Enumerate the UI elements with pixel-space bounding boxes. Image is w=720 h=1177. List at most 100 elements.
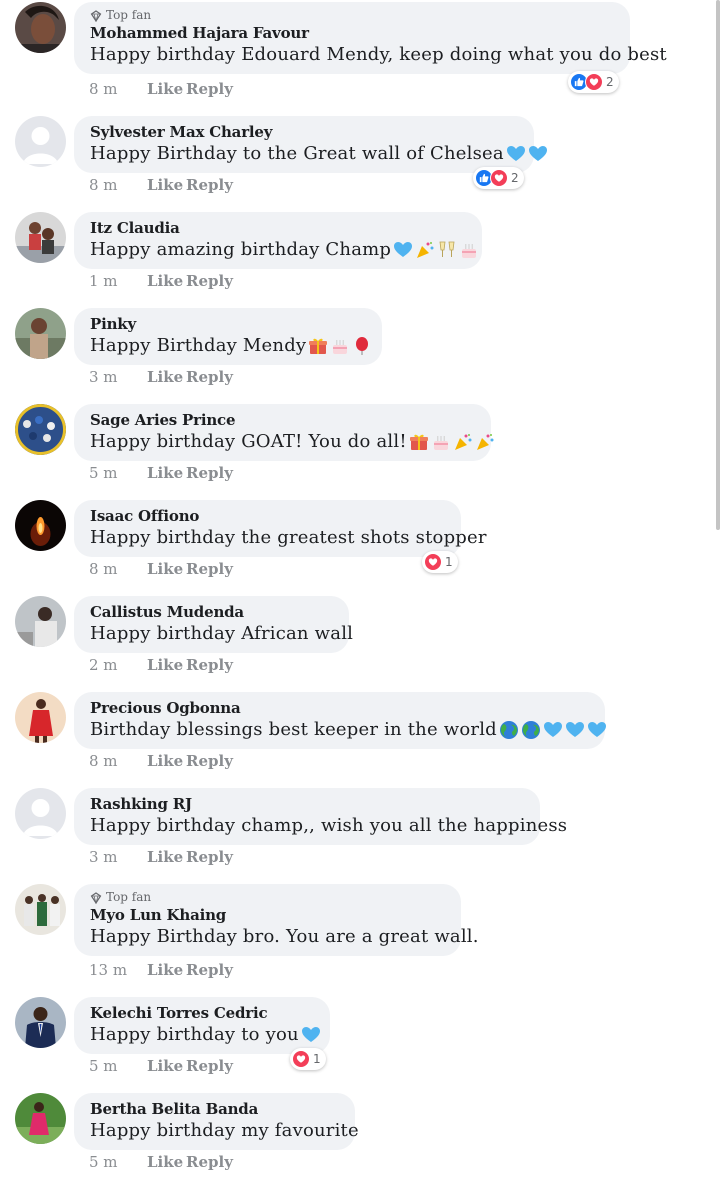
reaction-summary[interactable]: 1 bbox=[290, 1048, 326, 1070]
avatar[interactable] bbox=[15, 884, 66, 935]
avatar[interactable] bbox=[15, 788, 66, 839]
comment-text: Happy birthday GOAT! You do all! bbox=[90, 430, 494, 454]
avatar[interactable] bbox=[15, 308, 66, 359]
comment-text: Happy Birthday Mendy bbox=[90, 334, 369, 358]
reply-button[interactable]: Reply bbox=[186, 368, 233, 386]
blue-heart-icon bbox=[393, 240, 413, 260]
comment-actions: 8 m Like Reply bbox=[89, 176, 233, 194]
comment-author[interactable]: Mohammed Hajara Favour bbox=[90, 23, 614, 43]
like-button[interactable]: Like bbox=[147, 656, 186, 674]
party-popper-icon bbox=[453, 432, 473, 452]
comment-text-body: Happy birthday Edouard Mendy, keep doing… bbox=[90, 44, 667, 65]
comment-author[interactable]: Itz Claudia bbox=[90, 218, 466, 238]
comment-author[interactable]: Precious Ogbonna bbox=[90, 698, 589, 718]
reply-button[interactable]: Reply bbox=[186, 176, 233, 194]
avatar[interactable] bbox=[15, 596, 66, 647]
scrollbar[interactable] bbox=[716, 0, 720, 530]
comment-actions: 8 m Like Reply bbox=[89, 80, 233, 98]
clinking-glasses-icon bbox=[437, 240, 457, 260]
timestamp: 2 m bbox=[89, 656, 118, 674]
avatar[interactable] bbox=[15, 500, 66, 551]
avatar[interactable] bbox=[15, 1093, 66, 1144]
comment-text: Happy Birthday bro. You are a great wall… bbox=[90, 925, 478, 949]
reply-button[interactable]: Reply bbox=[186, 560, 233, 578]
reaction-summary[interactable]: 1 bbox=[422, 551, 458, 573]
avatar[interactable] bbox=[15, 116, 66, 167]
timestamp: 5 m bbox=[89, 1153, 118, 1171]
like-button[interactable]: Like bbox=[147, 272, 186, 290]
comment-author[interactable]: Kelechi Torres Cedric bbox=[90, 1003, 314, 1023]
like-button[interactable]: Like bbox=[147, 368, 186, 386]
comment-bubble[interactable]: Sylvester Max Charley Happy Birthday to t… bbox=[74, 116, 547, 173]
timestamp: 1 m bbox=[89, 272, 118, 290]
like-button[interactable]: Like bbox=[147, 464, 186, 482]
like-button[interactable]: Like bbox=[147, 1153, 186, 1171]
comment-bubble[interactable]: Itz Claudia Happy amazing birthday Champ bbox=[74, 212, 482, 269]
comment-bubble[interactable]: Kelechi Torres Cedric Happy birthday to y… bbox=[74, 997, 330, 1054]
timestamp: 13 m bbox=[89, 961, 128, 979]
comment-text-body: Happy birthday champ,, wish you all the … bbox=[90, 815, 568, 836]
comment-author[interactable]: Callistus Mudenda bbox=[90, 602, 333, 622]
cake-icon bbox=[459, 240, 479, 260]
blue-heart-icon bbox=[543, 720, 563, 740]
comment-bubble[interactable]: Bertha Belita Banda Happy birthday my fav… bbox=[74, 1093, 359, 1150]
comment-author[interactable]: Myo Lun Khaing bbox=[90, 905, 445, 925]
comment-author[interactable]: Pinky bbox=[90, 314, 366, 334]
like-button[interactable]: Like bbox=[147, 1057, 186, 1075]
like-button[interactable]: Like bbox=[147, 560, 186, 578]
reaction-count: 1 bbox=[313, 1052, 321, 1066]
comment-text-body: Happy Birthday Mendy bbox=[90, 335, 307, 356]
avatar[interactable] bbox=[15, 212, 66, 263]
comment-text: Birthday blessings best keeper in the wo… bbox=[90, 718, 606, 742]
like-button[interactable]: Like bbox=[147, 752, 186, 770]
timestamp: 8 m bbox=[89, 80, 118, 98]
comment-actions: 8 m Like Reply bbox=[89, 560, 233, 578]
avatar[interactable] bbox=[15, 997, 66, 1048]
comment-bubble[interactable]: Isaac Offiono Happy birthday the greatest… bbox=[74, 500, 486, 557]
reply-button[interactable]: Reply bbox=[186, 752, 233, 770]
reply-button[interactable]: Reply bbox=[186, 80, 233, 98]
avatar[interactable] bbox=[15, 692, 66, 743]
reply-button[interactable]: Reply bbox=[186, 1153, 233, 1171]
comment-text: Happy birthday to you bbox=[90, 1023, 320, 1047]
comment-author[interactable]: Sylvester Max Charley bbox=[90, 122, 518, 142]
reaction-count: 2 bbox=[511, 171, 519, 185]
comment-author[interactable]: Isaac Offiono bbox=[90, 506, 445, 526]
comment-bubble[interactable]: Sage Aries Prince Happy birthday GOAT! Yo… bbox=[74, 404, 494, 461]
timestamp: 5 m bbox=[89, 464, 118, 482]
comment-author[interactable]: Rashking RJ bbox=[90, 794, 524, 814]
reply-button[interactable]: Reply bbox=[186, 1057, 233, 1075]
like-button[interactable]: Like bbox=[147, 176, 186, 194]
badge-label: Top fan bbox=[106, 890, 152, 904]
comment-bubble[interactable]: Top fan Mohammed Hajara Favour Happy birth… bbox=[74, 2, 667, 74]
comment-actions: 13 m Like Reply bbox=[89, 961, 233, 979]
like-button[interactable]: Like bbox=[147, 961, 186, 979]
comment-text-body: Happy amazing birthday Champ bbox=[90, 239, 392, 260]
reply-button[interactable]: Reply bbox=[186, 848, 233, 866]
comment-bubble[interactable]: Pinky Happy Birthday Mendy bbox=[74, 308, 382, 365]
reply-button[interactable]: Reply bbox=[186, 464, 233, 482]
blue-heart-icon bbox=[506, 144, 526, 164]
love-reaction-icon bbox=[292, 1050, 310, 1068]
like-button[interactable]: Like bbox=[147, 80, 186, 98]
reply-button[interactable]: Reply bbox=[186, 961, 233, 979]
reaction-summary[interactable]: 2 bbox=[473, 167, 524, 189]
comment-bubble[interactable]: Callistus Mudenda Happy birthday African … bbox=[74, 596, 353, 653]
comment-bubble[interactable]: Top fan Myo Lun Khaing Happy Birthday bro.… bbox=[74, 884, 478, 956]
comment-author[interactable]: Sage Aries Prince bbox=[90, 410, 475, 430]
reaction-count: 2 bbox=[606, 75, 614, 89]
avatar[interactable] bbox=[15, 2, 66, 53]
comment-bubble[interactable]: Precious Ogbonna Birthday blessings best … bbox=[74, 692, 606, 749]
reply-button[interactable]: Reply bbox=[186, 656, 233, 674]
comment-text-body: Happy birthday the greatest shots stoppe… bbox=[90, 527, 487, 548]
like-button[interactable]: Like bbox=[147, 848, 186, 866]
diamond-icon bbox=[90, 9, 102, 22]
comment-actions: 5 m Like Reply bbox=[89, 1153, 233, 1171]
reaction-summary[interactable]: 2 bbox=[568, 71, 619, 93]
comment-author[interactable]: Bertha Belita Banda bbox=[90, 1099, 339, 1119]
reply-button[interactable]: Reply bbox=[186, 272, 233, 290]
comment-bubble[interactable]: Rashking RJ Happy birthday champ,, wish y… bbox=[74, 788, 567, 845]
comment-text-body: Happy Birthday bro. You are a great wall… bbox=[90, 926, 479, 947]
avatar[interactable] bbox=[15, 404, 66, 455]
blue-heart-icon bbox=[301, 1025, 321, 1045]
